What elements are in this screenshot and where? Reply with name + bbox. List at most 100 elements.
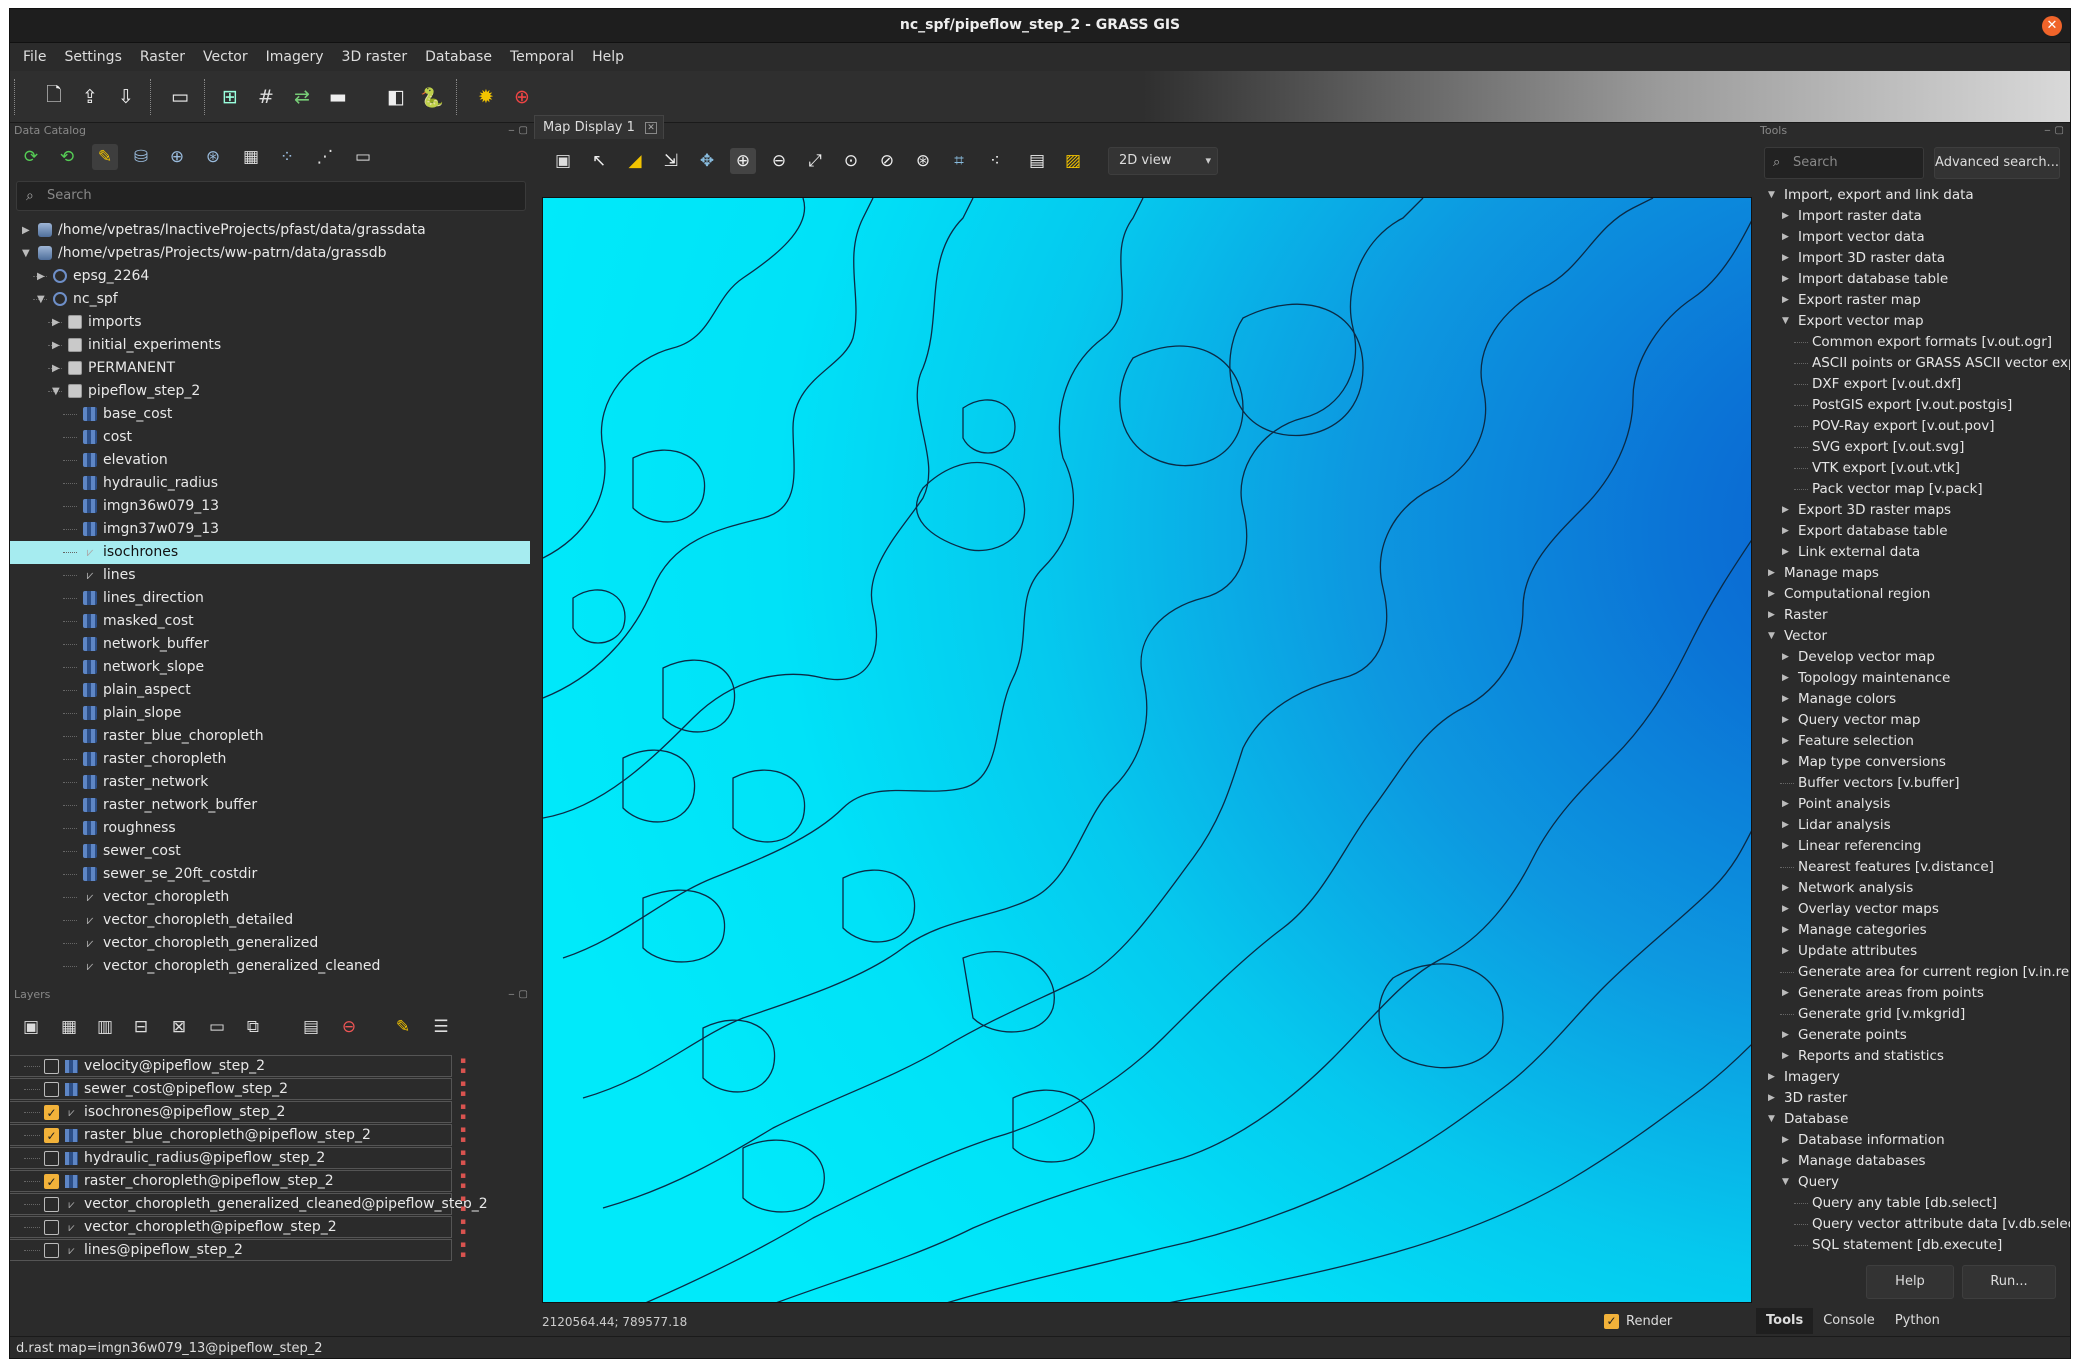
zoom-out-icon[interactable]: ⊖ bbox=[766, 148, 792, 174]
catalog-tree-row[interactable]: imgn37w079_13 bbox=[10, 518, 530, 541]
collapsed-arrow-icon[interactable]: ▶ bbox=[1782, 710, 1789, 731]
cartographic-composer-icon[interactable]: ▬ bbox=[324, 83, 352, 111]
collapsed-arrow-icon[interactable]: ▶ bbox=[1782, 941, 1789, 962]
catalog-tree-row[interactable]: raster_network_buffer bbox=[10, 794, 530, 817]
collapsed-arrow-icon[interactable]: ▶ bbox=[1782, 1025, 1789, 1046]
layer-visibility-checkbox[interactable] bbox=[44, 1151, 59, 1166]
download-project-icon[interactable]: ⊛ bbox=[200, 144, 226, 170]
layer-visibility-checkbox[interactable] bbox=[44, 1243, 59, 1258]
expanded-arrow-icon[interactable]: ▼ bbox=[37, 288, 45, 311]
catalog-tree-row[interactable]: elevation bbox=[10, 449, 530, 472]
panel-dock-buttons[interactable]: ‒▢ bbox=[508, 987, 532, 1003]
panel-dock-buttons[interactable]: ‒▢ bbox=[508, 123, 532, 139]
collapsed-arrow-icon[interactable]: ▶ bbox=[52, 311, 60, 334]
layer-visibility-checkbox[interactable]: ✓ bbox=[44, 1174, 59, 1189]
print-icon[interactable]: ▨ bbox=[1060, 148, 1086, 174]
catalog-tree-row[interactable]: plain_aspect bbox=[10, 679, 530, 702]
collapsed-arrow-icon[interactable]: ▶ bbox=[1782, 542, 1789, 563]
expanded-arrow-icon[interactable]: ▼ bbox=[1768, 626, 1775, 647]
collapsed-arrow-icon[interactable]: ▶ bbox=[1782, 290, 1789, 311]
catalog-tree-row[interactable]: ▼ nc_spf bbox=[10, 288, 530, 311]
catalog-tree-row[interactable]: sewer_se_20ft_costdir bbox=[10, 863, 530, 886]
catalog-tree-row[interactable]: ▼ /home/vpetras/Projects/ww-patrn/data/gr… bbox=[10, 242, 530, 265]
settings-gear-icon[interactable]: ✹ bbox=[472, 83, 500, 111]
catalog-tree-row[interactable]: raster_blue_choropleth bbox=[10, 725, 530, 748]
save-workspace-icon[interactable]: ⇩ bbox=[112, 83, 140, 111]
gcp-manager-icon[interactable]: # bbox=[252, 83, 280, 111]
layer-visibility-checkbox[interactable]: ✓ bbox=[44, 1105, 59, 1120]
layer-row[interactable]: velocity@pipeflow_step_2 ▪ ▪ bbox=[10, 1055, 536, 1078]
georectifier-icon[interactable]: ⊞ bbox=[216, 83, 244, 111]
collapsed-arrow-icon[interactable]: ▶ bbox=[1768, 1067, 1775, 1088]
import-raster-icon[interactable]: ▦ bbox=[238, 144, 264, 170]
catalog-tree-row[interactable]: plain_slope bbox=[10, 702, 530, 725]
collapsed-arrow-icon[interactable]: ▶ bbox=[1782, 521, 1789, 542]
collapsed-arrow-icon[interactable]: ▶ bbox=[1782, 227, 1789, 248]
collapsed-arrow-icon[interactable]: ▶ bbox=[52, 357, 60, 380]
catalog-tree-row[interactable]: sewer_cost bbox=[10, 840, 530, 863]
catalog-tree-row[interactable]: base_cost bbox=[10, 403, 530, 426]
zoom-options-icon[interactable]: ⊛ bbox=[910, 148, 936, 174]
advanced-search-button[interactable]: Advanced search... bbox=[1934, 147, 2060, 179]
add-grass-db-icon[interactable]: ⛁ bbox=[128, 144, 154, 170]
query-icon[interactable]: ⇲ bbox=[658, 148, 684, 174]
add-overlay-icon[interactable]: ▭ bbox=[204, 1014, 230, 1040]
collapsed-arrow-icon[interactable]: ▶ bbox=[1782, 500, 1789, 521]
select-features-icon[interactable]: ◢ bbox=[622, 148, 648, 174]
layer-row[interactable]: ✓ ⩗ isochrones@pipeflow_step_2 ▪ ▪ bbox=[10, 1101, 536, 1124]
close-tab-icon[interactable]: ✕ bbox=[645, 122, 657, 134]
layer-row[interactable]: hydraulic_radius@pipeflow_step_2 ▪ ▪ bbox=[10, 1147, 536, 1170]
catalog-tree-row[interactable]: ⩗ isochrones bbox=[10, 541, 530, 564]
catalog-tree-row[interactable]: network_buffer bbox=[10, 633, 530, 656]
tab-map-display-1[interactable]: Map Display 1 ✕ bbox=[534, 115, 664, 139]
catalog-tree-row[interactable]: masked_cost bbox=[10, 610, 530, 633]
layer-options-icon[interactable]: ▪ ▪ bbox=[454, 1194, 472, 1215]
expanded-arrow-icon[interactable]: ▼ bbox=[1768, 185, 1775, 206]
layer-options-icon[interactable]: ▪ ▪ bbox=[454, 1148, 472, 1169]
catalog-tree-row[interactable]: ⩗ lines bbox=[10, 564, 530, 587]
add-multiple-layers-icon[interactable]: ▣ bbox=[18, 1014, 44, 1040]
collapsed-arrow-icon[interactable]: ▶ bbox=[1768, 584, 1775, 605]
catalog-tree-row[interactable]: network_slope bbox=[10, 656, 530, 679]
collapsed-arrow-icon[interactable]: ▶ bbox=[1782, 1151, 1789, 1172]
import-vector-icon[interactable]: ⁘ bbox=[274, 144, 300, 170]
layer-row[interactable]: sewer_cost@pipeflow_step_2 ▪ ▪ bbox=[10, 1078, 536, 1101]
collapsed-arrow-icon[interactable]: ▶ bbox=[37, 265, 45, 288]
menu-help[interactable]: Help bbox=[583, 49, 633, 65]
catalog-tree-row[interactable]: imgn36w079_13 bbox=[10, 495, 530, 518]
catalog-tree-row[interactable]: ▶ epsg_2264 bbox=[10, 265, 530, 288]
layer-options-icon[interactable]: ▪ ▪ bbox=[454, 1171, 472, 1192]
graphical-modeler-icon[interactable]: ⇄ bbox=[288, 83, 316, 111]
collapsed-arrow-icon[interactable]: ▶ bbox=[1768, 605, 1775, 626]
menu-settings[interactable]: Settings bbox=[55, 49, 130, 65]
catalog-tree-row[interactable]: hydraulic_radius bbox=[10, 472, 530, 495]
collapsed-arrow-icon[interactable]: ▶ bbox=[1782, 794, 1789, 815]
layer-row[interactable]: ✓ raster_choropleth@pipeflow_step_2 ▪ ▪ bbox=[10, 1170, 536, 1193]
catalog-tree-row[interactable]: ⩗ vector_choropleth_detailed bbox=[10, 909, 530, 932]
catalog-tree-row[interactable]: ⩗ vector_choropleth_generalized_cleaned bbox=[10, 955, 530, 978]
layer-options-icon[interactable]: ▪ ▪ bbox=[454, 1056, 472, 1077]
render-checkbox[interactable]: ✓ bbox=[1604, 1314, 1619, 1329]
layer-row[interactable]: ⩗ vector_choropleth_generalized_cleaned@p… bbox=[10, 1193, 536, 1216]
new-map-display-icon[interactable]: ▭ bbox=[166, 83, 194, 111]
tools-search-input[interactable]: ⌕ Search bbox=[1764, 147, 1924, 179]
collapsed-arrow-icon[interactable]: ▶ bbox=[1782, 668, 1789, 689]
collapsed-arrow-icon[interactable]: ▶ bbox=[1782, 899, 1789, 920]
catalog-tree-row[interactable]: ▶ initial_experiments bbox=[10, 334, 530, 357]
collapsed-arrow-icon[interactable]: ▶ bbox=[1782, 878, 1789, 899]
catalog-tree-row[interactable]: roughness bbox=[10, 817, 530, 840]
catalog-tree-row[interactable]: ⩗ vector_choropleth bbox=[10, 886, 530, 909]
expanded-arrow-icon[interactable]: ▼ bbox=[1768, 1109, 1775, 1130]
layer-options-icon[interactable]: ▪ ▪ bbox=[454, 1217, 472, 1238]
add-raster-misc-icon[interactable]: ▥ bbox=[92, 1014, 118, 1040]
collapsed-arrow-icon[interactable]: ▶ bbox=[1782, 689, 1789, 710]
collapsed-arrow-icon[interactable]: ▶ bbox=[52, 334, 60, 357]
add-group-icon[interactable]: ⧉ bbox=[240, 1014, 266, 1040]
link-vector-icon[interactable]: ⋰ bbox=[312, 144, 338, 170]
layer-row[interactable]: ✓ raster_blue_choropleth@pipeflow_step_2 ▪… bbox=[10, 1124, 536, 1147]
add-vector-icon[interactable]: ⊟ bbox=[128, 1014, 154, 1040]
tab-console[interactable]: Console bbox=[1813, 1308, 1885, 1334]
expanded-arrow-icon[interactable]: ▼ bbox=[1782, 1172, 1789, 1193]
layer-options-icon[interactable]: ▪ ▪ bbox=[454, 1102, 472, 1123]
collapsed-arrow-icon[interactable]: ▶ bbox=[1782, 983, 1789, 1004]
